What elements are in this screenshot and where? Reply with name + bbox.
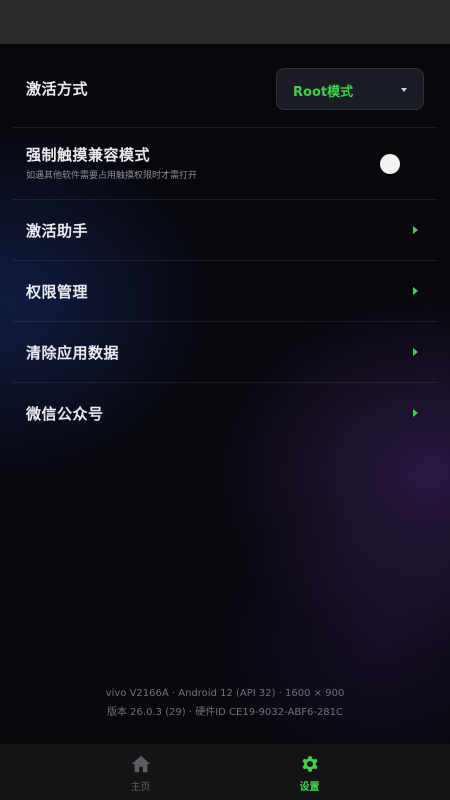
activation-helper-label: 激活助手 (26, 222, 89, 240)
activation-mode-dropdown[interactable]: Root模式 (276, 68, 424, 110)
status-bar (0, 0, 450, 44)
chevron-right-icon (413, 226, 418, 234)
force-touch-compat-description: 如遇其他软件需要占用触摸权限时才需打开 (26, 171, 198, 181)
wechat-official-account-label: 微信公众号 (26, 405, 104, 423)
activation-mode-value: Root模式 (293, 85, 354, 100)
tab-settings-label: 设置 (299, 782, 320, 793)
force-touch-compat-toggle[interactable] (380, 154, 400, 174)
activation-mode-label: 激活方式 (26, 80, 89, 98)
activation-mode-row: 激活方式 Root模式 (12, 44, 438, 128)
clear-app-data-label: 清除应用数据 (26, 344, 120, 362)
permission-management-label: 权限管理 (26, 283, 89, 301)
chevron-right-icon (413, 287, 418, 295)
device-info-line: vivo V2166A · Android 12 (API 32) · 1600… (105, 688, 345, 699)
clear-app-data-row[interactable]: 清除应用数据 (12, 322, 438, 383)
settings-screen: 激活方式 Root模式 强制触摸兼容模式 如遇其他软件需要占用触摸权限时才需打开… (0, 44, 450, 744)
home-icon (131, 755, 151, 773)
activation-helper-row[interactable]: 激活助手 (12, 200, 438, 261)
dropdown-caret-icon (401, 88, 407, 92)
chevron-right-icon (413, 348, 418, 356)
gear-icon (302, 756, 318, 772)
version-info-line: 版本 26.0.3 (29) · 硬件ID CE19-9032-ABF6-281… (106, 707, 344, 718)
permission-management-row[interactable]: 权限管理 (12, 261, 438, 322)
tab-settings[interactable]: 设置 (197, 744, 422, 800)
force-touch-compat-label: 强制触摸兼容模式 (26, 146, 151, 164)
wechat-official-account-row[interactable]: 微信公众号 (12, 383, 438, 444)
chevron-right-icon (413, 409, 418, 417)
force-touch-compat-row[interactable]: 强制触摸兼容模式 如遇其他软件需要占用触摸权限时才需打开 (12, 128, 438, 200)
bottom-tab-bar: 主页 设置 (0, 744, 450, 800)
